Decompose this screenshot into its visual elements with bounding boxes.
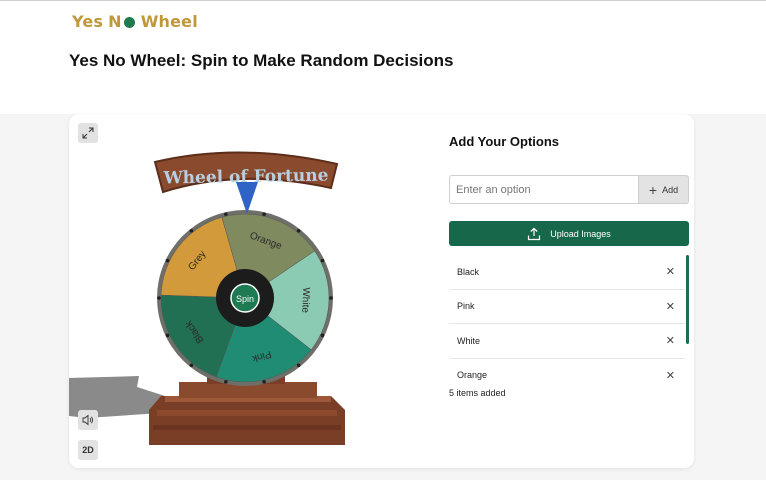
logo-wheel: Wheel bbox=[140, 12, 198, 31]
wheel-peg bbox=[329, 296, 333, 300]
items-count: 5 items added bbox=[449, 388, 506, 398]
option-item-label: White bbox=[457, 335, 481, 346]
option-item: Pink ✕ bbox=[449, 290, 685, 324]
wheel-peg bbox=[224, 212, 228, 216]
wheel-peg bbox=[262, 380, 266, 384]
wheel-peg bbox=[189, 363, 194, 368]
expand-icon bbox=[82, 127, 94, 139]
wheel-peg bbox=[320, 258, 325, 263]
wheel-peg bbox=[320, 333, 325, 338]
option-item-label: Orange bbox=[457, 370, 488, 381]
stand-base bbox=[149, 396, 345, 445]
option-item-label: Black bbox=[457, 266, 480, 277]
stand-step-3 bbox=[153, 425, 341, 430]
sound-button[interactable] bbox=[78, 410, 98, 430]
wheel-peg bbox=[189, 228, 194, 233]
expand-button[interactable] bbox=[78, 123, 98, 143]
wheel-peg bbox=[224, 380, 228, 384]
wheel-pointer bbox=[236, 182, 258, 214]
wheel-stage: Wheel of Fortune Orange White Pink Black Gre… bbox=[69, 120, 369, 466]
logo-yes: Yes bbox=[72, 12, 104, 31]
site-logo[interactable]: Yes N Wheel bbox=[72, 12, 198, 31]
remove-option-icon[interactable]: ✕ bbox=[666, 334, 675, 347]
logo-o-icon bbox=[123, 17, 135, 28]
option-item: Orange ✕ bbox=[449, 359, 685, 381]
wheel-peg bbox=[157, 296, 161, 300]
remove-option-icon[interactable]: ✕ bbox=[666, 265, 675, 278]
stand-step-2 bbox=[157, 410, 337, 416]
logo-n: N bbox=[108, 12, 122, 31]
wheel-peg bbox=[165, 333, 170, 338]
upload-button-label: Upload Images bbox=[550, 228, 611, 239]
plus-icon: + bbox=[648, 181, 658, 198]
wheel-peg bbox=[296, 228, 301, 233]
upload-images-button[interactable]: Upload Images bbox=[449, 221, 689, 246]
remove-option-icon[interactable]: ✕ bbox=[666, 369, 675, 381]
upload-icon bbox=[528, 227, 541, 240]
view-mode-toggle[interactable]: 2D bbox=[78, 440, 98, 460]
speaker-icon bbox=[82, 414, 93, 426]
option-item: Black ✕ bbox=[449, 255, 685, 290]
option-item: White ✕ bbox=[449, 324, 685, 359]
add-button-label: Add bbox=[662, 184, 679, 195]
list-scrollbar[interactable] bbox=[686, 255, 689, 344]
remove-option-icon[interactable]: ✕ bbox=[666, 300, 675, 313]
wheel-peg bbox=[165, 258, 170, 263]
page-title: Yes No Wheel: Spin to Make Random Decisi… bbox=[69, 51, 454, 70]
spin-label[interactable]: Spin bbox=[236, 294, 254, 304]
options-title: Add Your Options bbox=[449, 134, 560, 149]
wheel-peg bbox=[296, 363, 301, 368]
option-input[interactable] bbox=[449, 175, 638, 204]
add-button[interactable]: + Add bbox=[638, 175, 689, 204]
wheel-segment-label: White bbox=[299, 287, 311, 313]
wheel-peg bbox=[262, 212, 266, 216]
option-item-label: Pink bbox=[457, 301, 475, 312]
options-list: Black ✕ Pink ✕ White ✕ Orange ✕ bbox=[449, 255, 689, 381]
